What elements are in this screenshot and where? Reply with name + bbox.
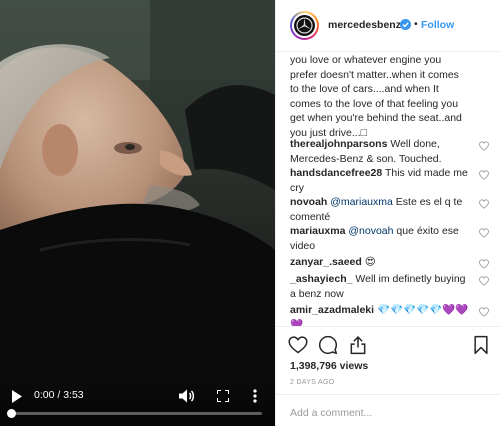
comment-mention[interactable]: @mariauxma xyxy=(330,196,393,208)
video-frame xyxy=(0,0,275,426)
comments-list[interactable]: you love or whatever engine you prefer d… xyxy=(276,53,500,326)
instagram-post: 0:00 / 3:53 mercedesbenz • Follow you lo… xyxy=(0,0,500,426)
fullscreen-icon xyxy=(217,390,229,402)
heart-icon[interactable] xyxy=(479,199,489,209)
volume-button[interactable] xyxy=(178,388,196,404)
share-icon[interactable] xyxy=(348,335,368,355)
comment-item: amir_azadmaleki 💎💎💎💎💎💜💜💜 xyxy=(290,303,470,326)
avatar[interactable] xyxy=(290,11,319,40)
comment-item: zanyar_.saeed 😍 xyxy=(290,255,470,270)
comment-username[interactable]: _ashayiech_ xyxy=(290,273,352,285)
post-sidebar: mercedesbenz • Follow you love or whatev… xyxy=(275,0,500,426)
username[interactable]: mercedesbenz xyxy=(328,19,401,31)
heart-icon[interactable] xyxy=(479,259,489,269)
heart-icon[interactable] xyxy=(479,307,489,317)
mercedes-logo-icon xyxy=(294,15,315,36)
volume-icon xyxy=(179,389,195,403)
comment-username[interactable]: therealjohnparsons xyxy=(290,138,387,150)
post-actions: 1,398,796 views 2 DAYS AGO Add a comment… xyxy=(276,326,500,426)
more-options-button[interactable] xyxy=(249,388,261,404)
post-caption: you love or whatever engine you prefer d… xyxy=(290,53,470,140)
caption-text: you love or whatever engine you prefer d… xyxy=(290,54,462,139)
bookmark-icon[interactable] xyxy=(471,335,491,355)
video-time: 0:00 / 3:53 xyxy=(34,389,84,401)
comment-text: 😍 xyxy=(364,256,376,268)
follow-button[interactable]: Follow xyxy=(421,19,454,31)
video-progress-bar[interactable] xyxy=(7,409,262,418)
comment-item: mariauxma @novoah que éxito ese video xyxy=(290,224,470,253)
comment-item: handsdancefree28 This vid made me cry xyxy=(290,166,470,195)
post-timestamp[interactable]: 2 DAYS AGO xyxy=(290,379,335,386)
heart-icon[interactable] xyxy=(479,228,489,238)
comment-username[interactable]: mariauxma xyxy=(290,225,345,237)
heart-icon[interactable] xyxy=(479,170,489,180)
comment-username[interactable]: amir_azadmaleki xyxy=(290,304,374,316)
post-header: mercedesbenz • Follow xyxy=(276,0,500,52)
verified-badge-icon xyxy=(400,19,411,30)
video-progress-handle[interactable] xyxy=(7,409,16,418)
heart-icon[interactable] xyxy=(479,276,489,286)
video-controls: 0:00 / 3:53 xyxy=(0,376,275,426)
view-count[interactable]: 1,398,796 views xyxy=(290,360,368,372)
comment-item: _ashayiech_ Well im definetly buying a b… xyxy=(290,272,470,301)
play-button[interactable] xyxy=(9,388,23,404)
add-comment-input[interactable]: Add a comment... xyxy=(276,394,500,426)
add-comment-placeholder: Add a comment... xyxy=(290,407,373,419)
comment-username[interactable]: zanyar_.saeed xyxy=(290,256,362,268)
video-player[interactable]: 0:00 / 3:53 xyxy=(0,0,275,426)
separator-dot: • xyxy=(414,18,418,30)
comment-item: therealjohnparsons Well done, Mercedes-B… xyxy=(290,137,470,166)
comment-username[interactable]: novoah xyxy=(290,196,327,208)
fullscreen-button[interactable] xyxy=(215,388,231,404)
heart-icon[interactable] xyxy=(288,335,308,355)
comment-username[interactable]: handsdancefree28 xyxy=(290,167,382,179)
more-vertical-icon xyxy=(253,389,257,403)
play-icon xyxy=(11,389,22,403)
comment-item: novoah @mariauxma Este es el q te coment… xyxy=(290,195,470,224)
comment-mention[interactable]: @novoah xyxy=(348,225,393,237)
heart-icon[interactable] xyxy=(479,141,489,151)
comment-icon[interactable] xyxy=(318,335,338,355)
